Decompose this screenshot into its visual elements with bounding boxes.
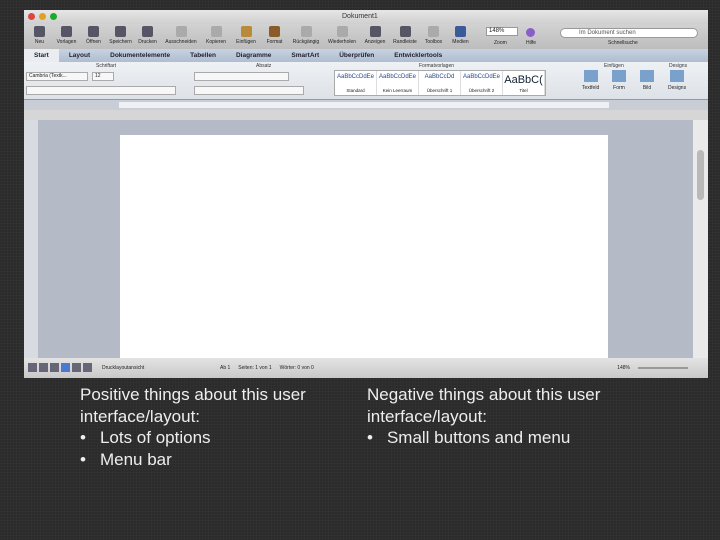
zoom-select[interactable]: 148% [486,27,518,36]
search-label: Schnellsuche [608,40,638,46]
tab-developer[interactable]: Entwicklertools [384,49,452,62]
tab-start[interactable]: Start [24,49,59,62]
tab-charts[interactable]: Diagramme [226,49,281,62]
group-styles: Formatvorlagen [419,63,455,69]
view-buttons[interactable] [28,362,94,374]
ribbon-tabs: Start Layout Dokumentelemente Tabellen D… [24,49,708,62]
redo-icon [336,26,348,37]
font-size-select[interactable]: 12 [92,72,114,81]
templates-icon [61,26,72,37]
group-font: Schriftart [96,63,117,69]
toolbar-toolbox[interactable]: Toolbox [420,24,447,45]
search-input[interactable]: Im Dokument suchen [560,28,698,38]
toolbar-open[interactable]: Öffnen [80,24,107,45]
pilcrow-icon [369,26,381,37]
style-heading2[interactable]: AaBbCcDdEe Überschrift 2 [461,71,503,95]
insert-picture[interactable]: Bild [640,70,654,91]
font-format-buttons[interactable] [26,86,176,95]
tab-tables[interactable]: Tabellen [180,49,226,62]
copy-icon [210,26,222,37]
undo-icon [300,26,312,37]
minimize-button[interactable] [39,13,46,20]
negative-item: Small buttons and menu [367,427,647,449]
toolbar-media[interactable]: Medien [447,24,474,45]
negative-notes: Negative things about this user interfac… [367,384,647,449]
toolbar-format[interactable]: Format [261,24,288,45]
toolbar-print[interactable]: Drucken [134,24,161,45]
textbox-icon [583,70,598,82]
toolbar-paste[interactable]: Einfügen [231,24,261,45]
tab-review[interactable]: Überprüfen [329,49,384,62]
zoom-slider[interactable] [638,367,688,369]
font-select[interactable]: Cambria (Textk... [26,72,88,81]
save-icon [115,26,126,37]
positive-item: Menu bar [80,449,350,471]
print-icon [142,26,153,37]
vertical-ruler[interactable] [24,120,38,368]
toolbox-icon [428,26,439,37]
group-insert: Einfügen [604,63,624,69]
ribbon: Schriftart Absatz Formatvorlagen Einfüge… [24,62,708,100]
status-bar: Drucklayoutansicht Ab 1 Seiten: 1 von 1 … [24,358,708,378]
positive-heading: Positive things about this user interfac… [80,385,306,426]
close-button[interactable] [28,13,35,20]
sidebar-icon [399,26,411,37]
brush-icon [269,26,280,37]
word-window: Dokument1 Neu Vorlagen Öffnen Speichern … [24,10,708,378]
horizontal-ruler[interactable] [24,100,708,110]
section-indicator: Ab 1 [220,365,231,371]
style-standard[interactable]: AaBbCcDdEe Standard [335,71,377,95]
word-count: Wörter: 0 von 0 [279,365,314,371]
group-themes: Designs [669,63,688,69]
tab-layout[interactable]: Layout [59,49,100,62]
window-title: Dokument1 [342,13,378,20]
tab-document-elements[interactable]: Dokumentelemente [100,49,180,62]
help-label: Hilfe [526,40,537,46]
toolbar-copy[interactable]: Kopieren [201,24,231,45]
new-icon [34,26,45,37]
style-heading1[interactable]: AaBbCcDd Überschrift 1 [419,71,461,95]
toolbar-show[interactable]: Anzeigen [360,24,390,45]
zoom-label: Zoom [494,40,507,46]
themes-button[interactable]: Designs [668,70,686,91]
group-paragraph: Absatz [256,63,272,69]
toolbar-save[interactable]: Speichern [107,24,134,45]
title-bar: Dokument1 [24,10,708,24]
toolbar-undo[interactable]: Rückgängig [288,24,324,45]
styles-gallery: AaBbCcDdEe Standard AaBbCcDdEe Kein Leerra… [334,70,546,96]
document-page[interactable] [120,135,608,368]
toolbar-sidebar[interactable]: Randleiste [390,24,420,45]
negative-heading: Negative things about this user interfac… [367,385,601,426]
style-no-spacing[interactable]: AaBbCcDdEe Kein Leerraum [377,71,419,95]
zoom-button[interactable] [50,13,57,20]
list-buttons[interactable] [194,72,289,81]
toolbar-new[interactable]: Neu [26,24,53,45]
zoom-percent: 148% [617,365,630,371]
toolbar: Neu Vorlagen Öffnen Speichern Drucken Au… [24,24,708,49]
insert-textbox[interactable]: Textfeld [582,70,599,91]
page-count: Seiten: 1 von 1 [238,365,272,371]
style-title[interactable]: AaBbC(Titel [503,71,545,95]
open-icon [88,26,99,37]
positive-notes: Positive things about this user interfac… [80,384,350,470]
scissors-icon [175,26,187,37]
tab-smartart[interactable]: SmartArt [281,49,329,62]
picture-icon [640,70,654,82]
themes-icon [670,70,685,82]
positive-item: Lots of options [80,427,350,449]
toolbar-templates[interactable]: Vorlagen [53,24,80,45]
alignment-buttons[interactable] [194,86,304,95]
document-area [24,120,708,368]
help-icon[interactable] [526,28,535,37]
shape-icon [612,70,626,82]
vertical-scrollbar[interactable] [693,120,708,368]
media-icon [455,26,466,37]
toolbar-redo[interactable]: Wiederholen [324,24,360,45]
toolbar-cut[interactable]: Ausschneiden [161,24,201,45]
paste-icon [240,26,252,37]
insert-shape[interactable]: Form [612,70,626,91]
view-name: Drucklayoutansicht [102,365,145,371]
